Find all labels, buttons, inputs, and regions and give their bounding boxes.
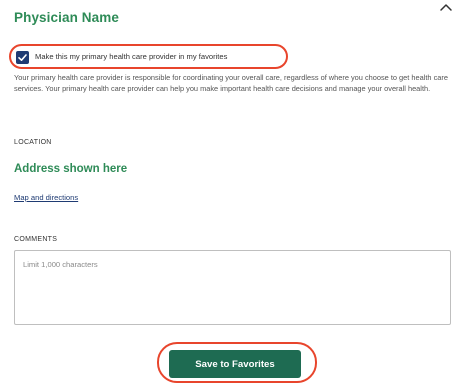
location-heading: LOCATION: [14, 139, 52, 146]
save-to-favorites-button[interactable]: Save to Favorites: [169, 350, 301, 378]
physician-name: Physician Name: [14, 10, 119, 25]
primary-provider-checkbox[interactable]: [16, 51, 29, 64]
map-and-directions-link[interactable]: Map and directions: [14, 193, 78, 202]
checkmark-icon: [18, 54, 27, 61]
primary-provider-label[interactable]: Make this my primary health care provide…: [35, 52, 227, 61]
favorites-form: Physician Name Make this my primary heal…: [0, 0, 461, 383]
address: Address shown here: [14, 163, 128, 175]
primary-provider-description: Your primary health care provider is res…: [14, 73, 448, 93]
comments-textarea[interactable]: [14, 250, 451, 325]
comments-heading: COMMENTS: [14, 236, 58, 243]
chevron-up-icon[interactable]: [439, 0, 453, 12]
